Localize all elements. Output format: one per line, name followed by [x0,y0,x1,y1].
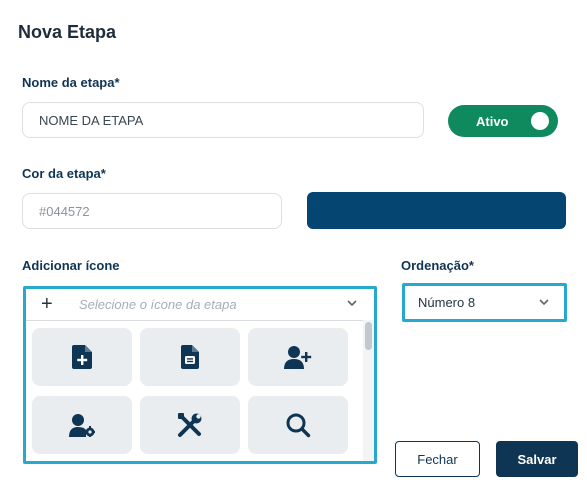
icon-picker: + Selecione o ícone da etapa [23,286,377,464]
chevron-down-icon[interactable] [538,296,550,308]
stage-color-label: Cor da etapa* [22,166,106,181]
plus-icon[interactable]: + [41,293,53,316]
icon-scrollbar-thumb[interactable] [365,322,372,350]
stage-color-input[interactable]: #044572 [22,193,282,229]
icon-select[interactable]: + Selecione o ícone da etapa [26,289,374,321]
active-toggle-label: Ativo [476,113,509,129]
ordering-select[interactable]: Número 8 [402,283,567,322]
icon-tile-file-plus[interactable] [32,328,132,386]
icon-tile-search[interactable] [248,396,348,454]
user-gear-icon [69,414,95,437]
icon-tile-user-plus[interactable] [248,328,348,386]
tools-icon [178,413,202,437]
icon-tile-document[interactable] [140,328,240,386]
user-plus-icon [284,346,312,369]
chevron-down-icon[interactable] [346,297,358,309]
icon-select-placeholder: Selecione o ícone da etapa [79,297,237,312]
color-swatch[interactable] [307,192,566,229]
active-toggle[interactable]: Ativo [448,105,558,137]
search-icon [286,413,311,438]
toggle-knob [531,112,549,130]
icon-tile-user-gear[interactable] [32,396,132,454]
ordering-label: Ordenação* [401,258,474,273]
add-icon-label: Adicionar ícone [22,258,120,273]
save-button[interactable]: Salvar [496,441,578,477]
document-icon [181,345,199,369]
modal-title: Nova Etapa [18,22,117,42]
icon-tile-tools[interactable] [140,396,240,454]
close-button[interactable]: Fechar [395,441,480,477]
file-plus-icon [72,345,92,369]
stage-name-input[interactable]: NOME DA ETAPA [22,102,424,138]
stage-name-label: Nome da etapa* [22,75,120,90]
